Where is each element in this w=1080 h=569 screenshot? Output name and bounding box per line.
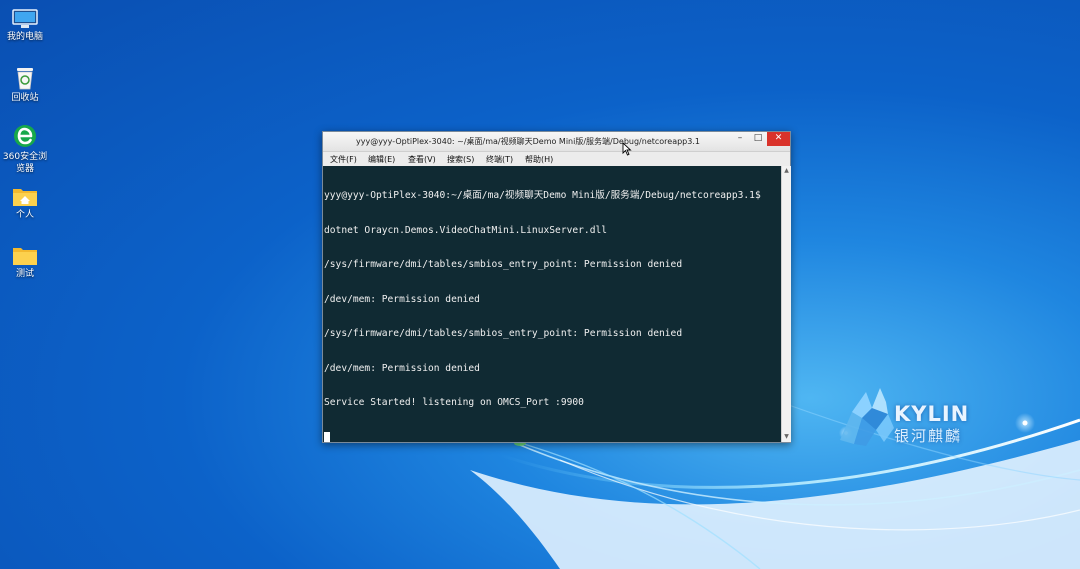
kylin-brand-latin: KYLIN	[894, 402, 970, 426]
desktop-icon-label: 360安全浏览器	[2, 152, 48, 174]
menu-terminal[interactable]: 终端(T)	[486, 154, 513, 165]
desktop-icon-label: 个人	[15, 210, 34, 220]
terminal-line: dotnet Oraycn.Demos.VideoChatMini.LinuxS…	[324, 224, 608, 236]
scroll-down-arrow-icon[interactable]: ▼	[783, 433, 790, 441]
browser-360-icon	[14, 125, 36, 147]
terminal-line: /dev/mem: Permission denied	[324, 293, 480, 305]
kylin-brand-chinese: 银河麒麟	[894, 427, 963, 445]
desktop-icon-home[interactable]: 个人	[0, 185, 50, 221]
terminal-line: yyy@yyy-OptiPlex-3040:~/桌面/ma/视频聊天Demo M…	[324, 190, 761, 201]
terminal-output[interactable]: yyy@yyy-OptiPlex-3040:~/桌面/ma/视频聊天Demo M…	[323, 166, 781, 442]
menu-file[interactable]: 文件(F)	[330, 154, 357, 165]
desktop-icon-test-folder[interactable]: 测试	[0, 244, 50, 280]
desktop-icon-label: 测试	[15, 269, 34, 279]
computer-icon	[12, 9, 38, 28]
scroll-up-arrow-icon[interactable]: ▲	[783, 167, 790, 175]
terminal-line: /dev/mem: Permission denied	[324, 362, 480, 374]
terminal-window[interactable]: yyy@yyy-OptiPlex-3040: ~/桌面/ma/视频聊天Demo …	[322, 131, 791, 443]
maximize-button[interactable]: □	[749, 132, 767, 146]
terminal-scrollbar[interactable]: ▲ ▼	[781, 166, 791, 442]
desktop-icon-recycle-bin[interactable]: 回收站	[0, 66, 50, 104]
desktop-icon-label: 回收站	[11, 93, 39, 103]
mouse-pointer-icon	[622, 142, 632, 156]
minimize-button[interactable]: –	[731, 132, 749, 146]
terminal-line: /sys/firmware/dmi/tables/smbios_entry_po…	[324, 328, 683, 339]
menu-view[interactable]: 查看(V)	[408, 154, 436, 165]
menu-edit[interactable]: 编辑(E)	[368, 154, 395, 165]
home-folder-icon	[13, 189, 37, 206]
folder-icon	[13, 248, 37, 265]
terminal-line: /sys/firmware/dmi/tables/smbios_entry_po…	[324, 259, 683, 270]
desktop-icon-computer[interactable]: 我的电脑	[0, 9, 50, 43]
terminal-line: Service Started! listening on OMCS_Port …	[324, 397, 584, 408]
menu-help[interactable]: 帮助(H)	[525, 154, 553, 165]
recycle-bin-icon	[17, 68, 33, 90]
terminal-titlebar[interactable]: yyy@yyy-OptiPlex-3040: ~/桌面/ma/视频聊天Demo …	[323, 132, 790, 152]
desktop: 我的电脑 回收站 360安全浏览器 个人 测试 KYLIN 银河麒麟 yyy@y…	[0, 0, 1080, 569]
desktop-icon-label: 我的电脑	[6, 32, 43, 42]
terminal-menubar: 文件(F) 编辑(E) 查看(V) 搜索(S) 终端(T) 帮助(H)	[323, 152, 790, 166]
desktop-icon-360-browser[interactable]: 360安全浏览器	[0, 123, 50, 175]
terminal-cursor	[324, 431, 330, 442]
close-button[interactable]: ✕	[767, 132, 790, 146]
terminal-title: yyy@yyy-OptiPlex-3040: ~/桌面/ma/视频聊天Demo …	[355, 137, 700, 146]
menu-search[interactable]: 搜索(S)	[447, 154, 474, 165]
